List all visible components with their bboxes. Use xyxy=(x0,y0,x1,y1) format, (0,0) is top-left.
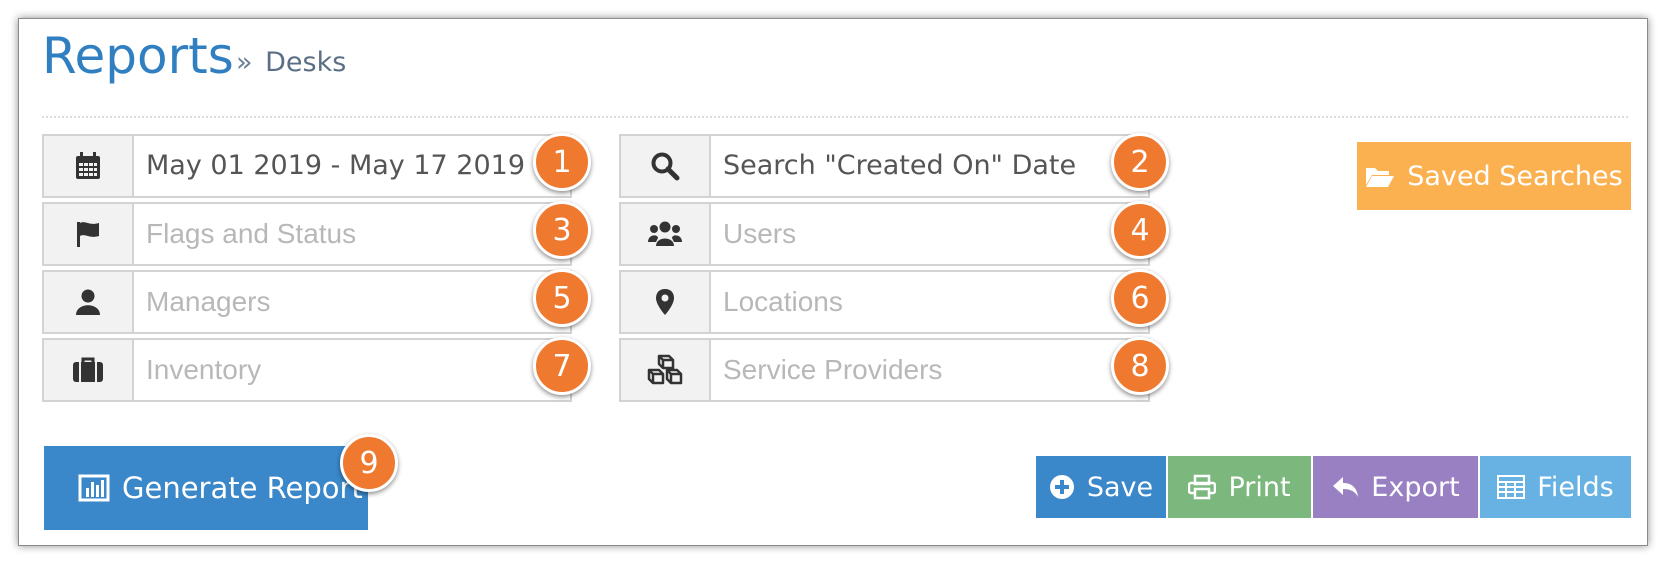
export-label: Export xyxy=(1371,471,1460,503)
print-label: Print xyxy=(1228,471,1291,503)
page-title: Reports xyxy=(42,27,234,85)
badge-2: 2 xyxy=(1111,133,1169,191)
breadcrumb-item-desks[interactable]: Desks xyxy=(265,47,346,78)
badge-1: 1 xyxy=(533,133,591,191)
managers-field[interactable]: Managers xyxy=(42,270,572,334)
managers-placeholder: Managers xyxy=(146,286,271,317)
breadcrumb-separator: » xyxy=(236,47,253,78)
flag-icon xyxy=(44,204,134,264)
plus-circle-icon xyxy=(1049,475,1074,499)
map-marker-icon xyxy=(621,272,711,332)
fields-button[interactable]: Fields xyxy=(1480,456,1631,518)
badge-4: 4 xyxy=(1111,201,1169,259)
badge-7: 7 xyxy=(533,337,591,395)
locations-placeholder: Locations xyxy=(723,286,843,317)
user-icon xyxy=(44,272,134,332)
inventory-field[interactable]: Inventory xyxy=(42,338,572,402)
calendar-icon xyxy=(44,136,134,196)
service-providers-field[interactable]: Service Providers xyxy=(619,338,1150,402)
print-icon xyxy=(1188,474,1217,500)
export-button[interactable]: Export xyxy=(1313,456,1478,518)
generate-report-button[interactable]: Generate Report xyxy=(44,446,368,530)
inventory-placeholder: Inventory xyxy=(146,354,262,385)
print-button[interactable]: Print xyxy=(1168,456,1311,518)
search-icon xyxy=(621,136,711,196)
saved-searches-button[interactable]: Saved Searches xyxy=(1357,142,1631,210)
header-divider xyxy=(42,116,1628,118)
fields-label: Fields xyxy=(1537,471,1614,503)
save-label: Save xyxy=(1086,471,1154,503)
date-range-field[interactable]: May 01 2019 - May 17 2019 xyxy=(42,134,572,198)
badge-3: 3 xyxy=(533,201,591,259)
flags-status-placeholder: Flags and Status xyxy=(146,218,357,249)
reply-icon xyxy=(1333,477,1359,497)
cubes-icon xyxy=(621,340,711,400)
breadcrumb: » Desks xyxy=(236,46,346,80)
briefcase-icon xyxy=(44,340,134,400)
folder-open-icon xyxy=(1366,168,1395,187)
table-icon xyxy=(1497,475,1526,499)
locations-field[interactable]: Locations xyxy=(619,270,1150,334)
service-providers-placeholder: Service Providers xyxy=(723,354,943,385)
date-search-select[interactable]: Search "Created On" Date ▼ xyxy=(619,134,1150,198)
bar-chart-icon xyxy=(78,474,110,502)
badge-8: 8 xyxy=(1111,337,1169,395)
badge-6: 6 xyxy=(1111,269,1169,327)
flags-status-field[interactable]: Flags and Status xyxy=(42,202,572,266)
date-range-value: May 01 2019 - May 17 2019 xyxy=(146,150,526,181)
users-field[interactable]: Users xyxy=(619,202,1150,266)
generate-report-label: Generate Report xyxy=(122,471,363,505)
users-placeholder: Users xyxy=(723,218,797,249)
save-button[interactable]: Save xyxy=(1036,456,1166,518)
date-search-value: Search "Created On" Date xyxy=(723,150,1077,181)
users-icon xyxy=(621,204,711,264)
badge-5: 5 xyxy=(533,269,591,327)
badge-9: 9 xyxy=(340,434,398,492)
saved-searches-label: Saved Searches xyxy=(1407,160,1623,192)
